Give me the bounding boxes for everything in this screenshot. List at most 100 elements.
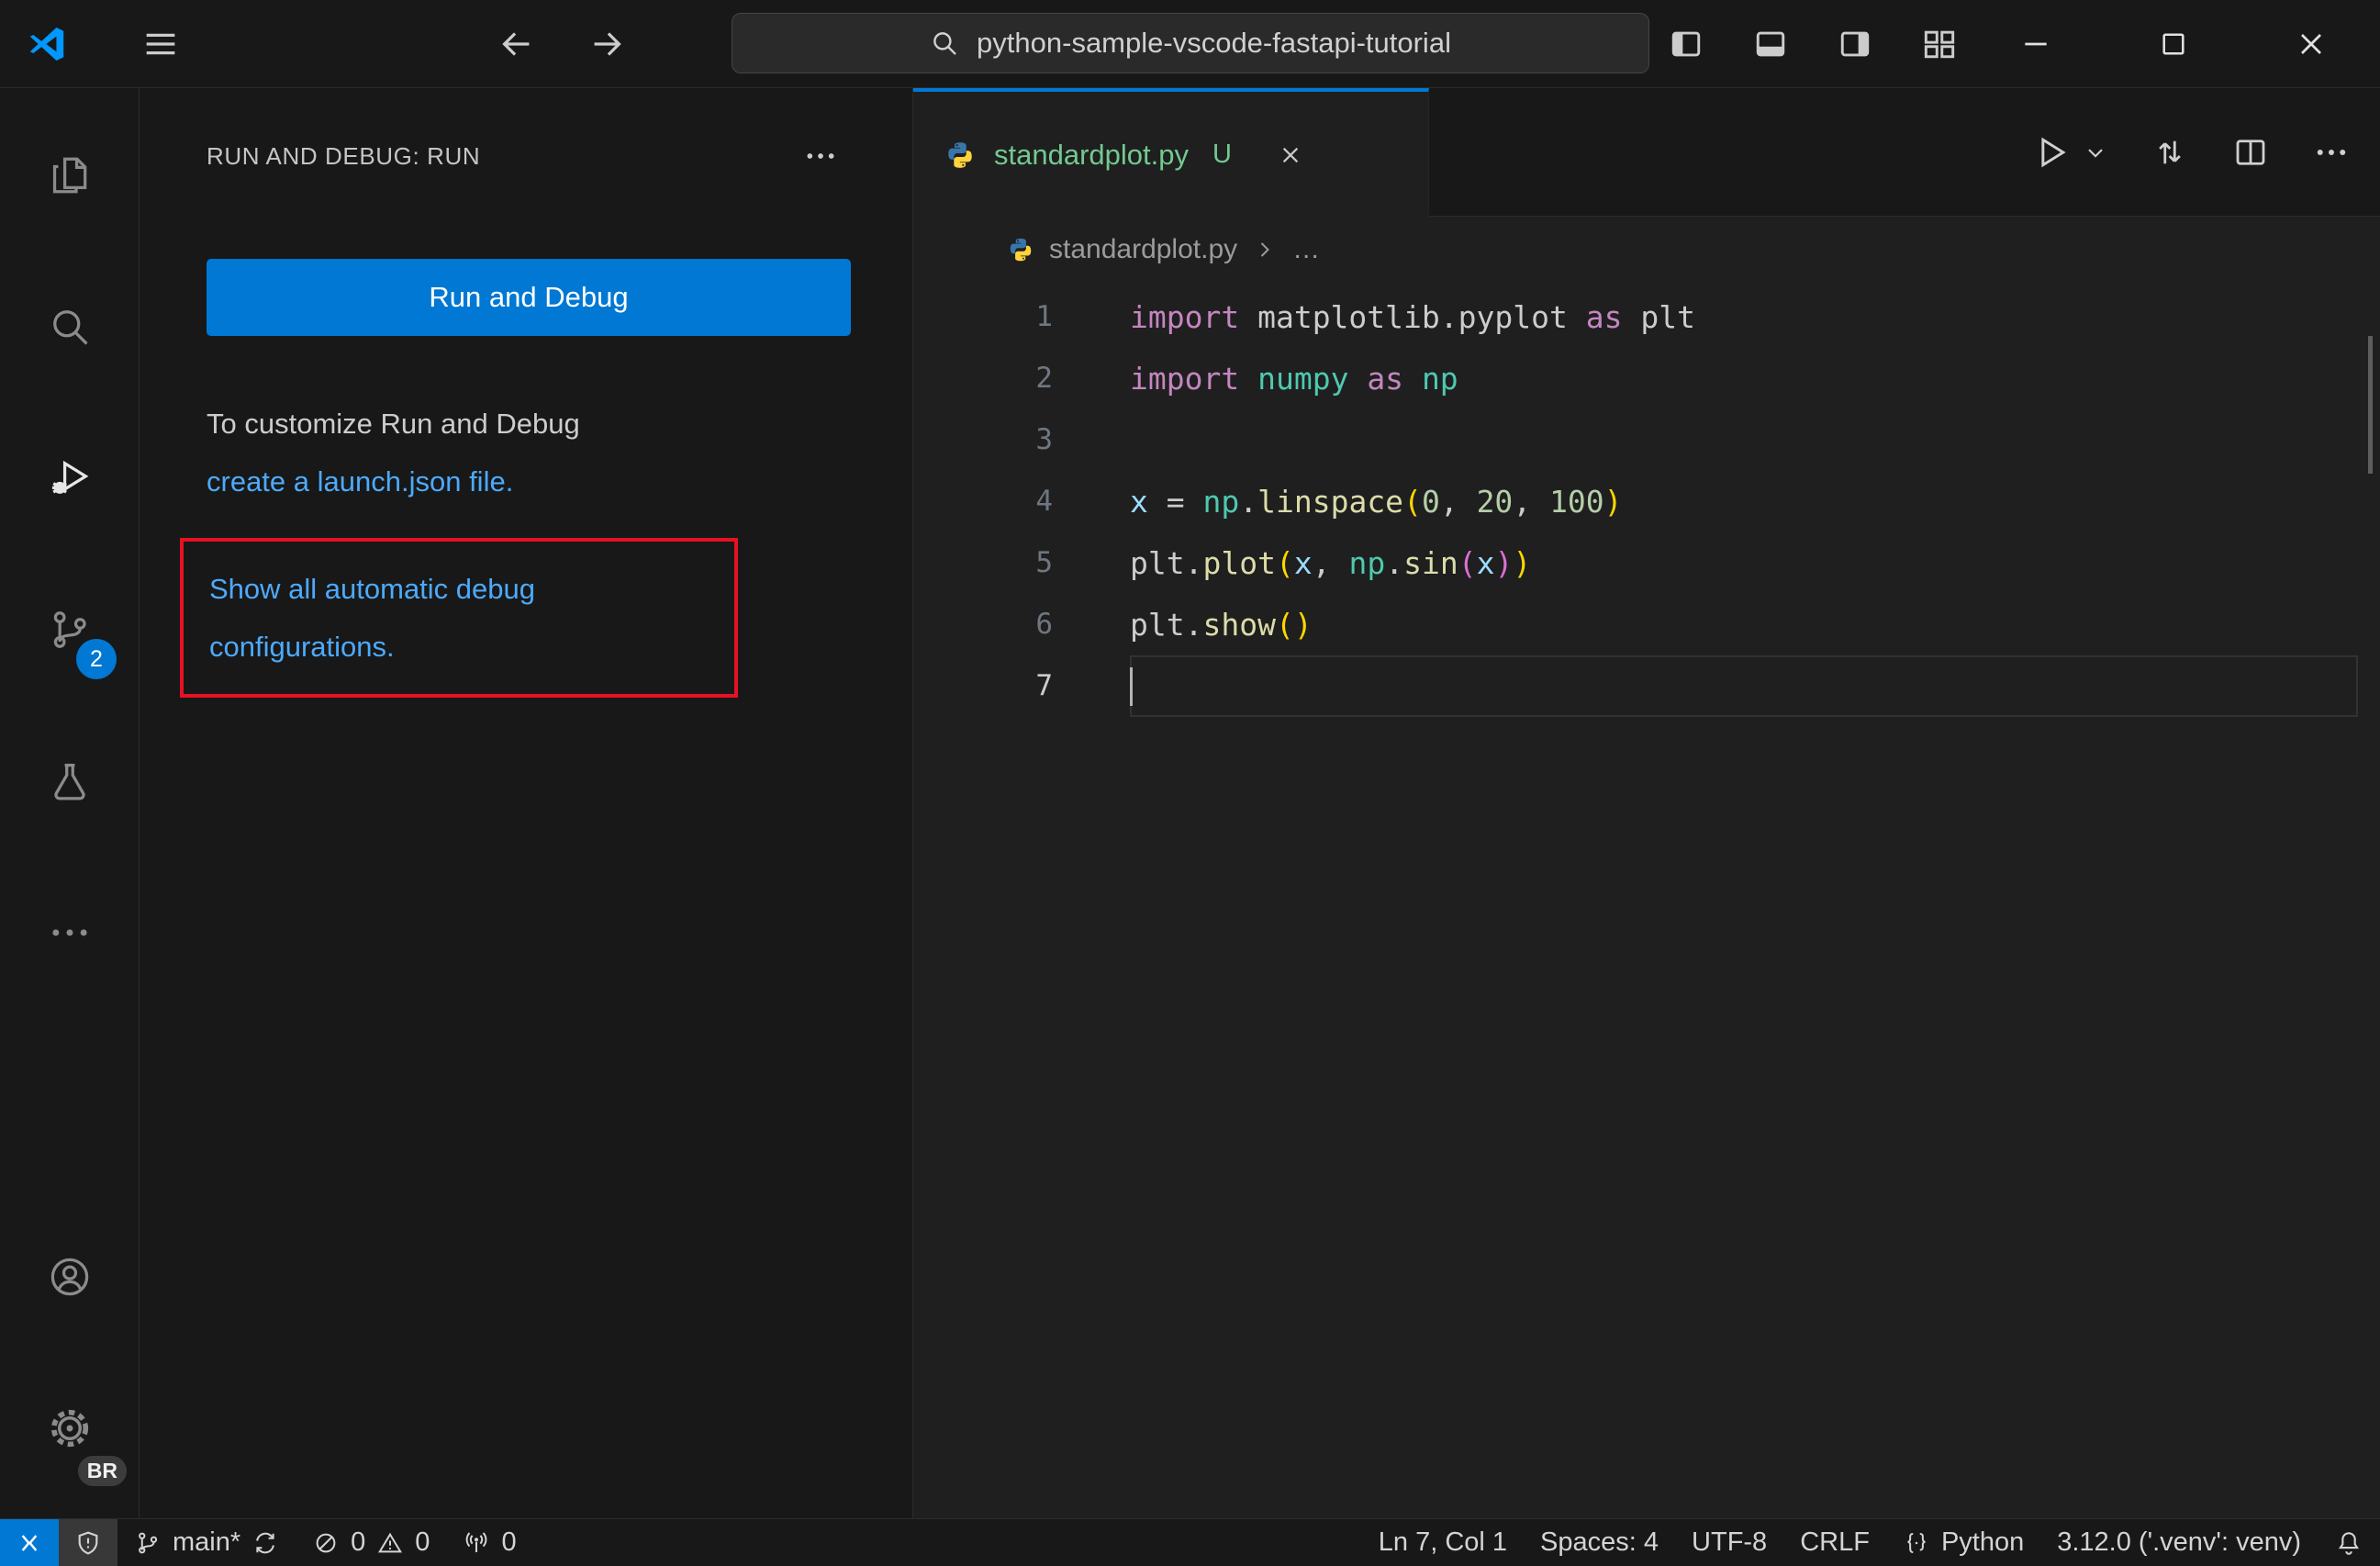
code-line[interactable]: 2 import numpy as np (913, 348, 2380, 409)
code-line[interactable]: 5 plt.plot(x, np.sin(x)) (913, 532, 2380, 594)
open-changes-icon[interactable] (2151, 133, 2189, 172)
line-number: 3 (1035, 423, 1053, 456)
annotation-red-box: Show all automatic debug configurations. (180, 538, 738, 698)
branch-icon (134, 1529, 162, 1557)
language-mode-item[interactable]: Python (1886, 1519, 2040, 1566)
remote-indicator-button[interactable] (0, 1519, 59, 1566)
source-control-icon[interactable]: 2 (0, 554, 139, 705)
back-arrow-icon[interactable] (496, 23, 538, 65)
close-tab-icon[interactable] (1276, 140, 1305, 170)
create-launch-json-link[interactable]: create a launch.json file. (207, 465, 513, 498)
python-file-icon (944, 140, 976, 171)
run-and-debug-button[interactable]: Run and Debug (207, 259, 851, 336)
breadcrumb-file[interactable]: standardplot.py (1049, 234, 1237, 265)
code-editor[interactable]: 1 import matplotlib.pyplot as plt 2 import … (913, 283, 2380, 1518)
testing-icon[interactable] (0, 705, 139, 856)
maximize-button[interactable] (2105, 0, 2242, 87)
git-untracked-badge: U (1212, 140, 1232, 169)
search-icon (929, 28, 960, 59)
notifications-bell-icon[interactable] (2318, 1519, 2380, 1566)
vscode-window: python-sample-vscode-fastapi-tutorial 2 … (0, 0, 2380, 1566)
panel-title: RUN AND DEBUG: RUN (207, 141, 481, 170)
warnings-count: 0 (415, 1527, 430, 1557)
activity-bar: 2 BR (0, 88, 140, 1518)
toggle-panel-icon[interactable] (1750, 24, 1791, 64)
line-number: 6 (1035, 608, 1053, 641)
radio-tower-icon (463, 1529, 490, 1557)
errors-count: 0 (351, 1527, 366, 1557)
line-number: 5 (1035, 546, 1053, 579)
problems-item[interactable]: 0 0 (296, 1519, 446, 1566)
profile-initials-badge: BR (74, 1453, 129, 1489)
language-name: Python (1940, 1527, 2025, 1557)
workspace-trust-shield-icon[interactable] (59, 1519, 117, 1566)
line-content: plt.show() (1130, 607, 1313, 643)
status-bar: main* 0 0 0 Ln 7, Col 1 Spaces: 4 UTF-8 (0, 1518, 2380, 1566)
line-number: 1 (1035, 300, 1053, 333)
additional-views-icon[interactable] (0, 856, 139, 1008)
run-python-file-icon[interactable] (2031, 132, 2072, 173)
more-actions-icon[interactable] (2312, 133, 2351, 172)
run-dropdown-chevron-icon[interactable] (2083, 140, 2108, 165)
code-line[interactable]: 1 import matplotlib.pyplot as plt (913, 286, 2380, 348)
errors-icon (312, 1529, 340, 1557)
explorer-icon[interactable] (0, 99, 139, 251)
encoding-item[interactable]: UTF-8 (1675, 1519, 1783, 1566)
code-line[interactable]: 4 x = np.linspace(0, 20, 100) (913, 471, 2380, 532)
run-and-debug-panel: RUN AND DEBUG: RUN Run and Debug To cust… (140, 88, 913, 1518)
customize-hint: To customize Run and Debug create a laun… (207, 395, 912, 510)
sync-icon (251, 1529, 279, 1557)
editor-group: standardplot.py U standardplot.py … 1 im… (913, 88, 2380, 1518)
line-content: import numpy as np (1130, 361, 1458, 397)
command-center-search[interactable]: python-sample-vscode-fastapi-tutorial (731, 13, 1649, 73)
code-line[interactable]: 7 (913, 655, 2380, 717)
line-number: 7 (1035, 669, 1053, 702)
command-center-text: python-sample-vscode-fastapi-tutorial (977, 27, 1451, 59)
eol-item[interactable]: CRLF (1783, 1519, 1886, 1566)
editor-actions (2031, 88, 2351, 217)
cursor-position-item[interactable]: Ln 7, Col 1 (1362, 1519, 1524, 1566)
search-sidebar-icon[interactable] (0, 251, 139, 402)
tab-bar: standardplot.py U (913, 88, 2380, 218)
window-controls (1967, 0, 2380, 87)
accounts-icon[interactable] (0, 1201, 139, 1352)
scm-badge: 2 (76, 639, 117, 679)
line-content (1130, 409, 2358, 471)
git-branch-item[interactable]: main* (117, 1519, 296, 1566)
code-lines: 1 import matplotlib.pyplot as plt 2 import … (913, 286, 2380, 717)
close-button[interactable] (2242, 0, 2380, 87)
code-line[interactable]: 6 plt.show() (913, 594, 2380, 655)
show-all-configs-link[interactable]: Show all automatic debug configurations. (209, 573, 535, 663)
menu-icon[interactable] (140, 23, 182, 65)
views-and-more-actions-icon[interactable] (802, 138, 839, 174)
python-interpreter-item[interactable]: 3.12.0 ('.venv': venv) (2040, 1519, 2318, 1566)
code-line[interactable]: 3 (913, 409, 2380, 471)
ports-count: 0 (501, 1527, 517, 1557)
breadcrumb[interactable]: standardplot.py … (913, 217, 2380, 283)
python-file-icon (1007, 236, 1034, 263)
line-number: 2 (1035, 362, 1053, 395)
breadcrumb-chevron-icon (1252, 237, 1278, 263)
line-content (1130, 655, 2358, 717)
tab-label: standardplot.py (994, 138, 1189, 171)
title-bar: python-sample-vscode-fastapi-tutorial (0, 0, 2380, 88)
panel-header: RUN AND DEBUG: RUN (140, 88, 912, 224)
layout-controls (1666, 24, 1960, 64)
customize-layout-icon[interactable] (1919, 24, 1960, 64)
run-and-debug-icon[interactable] (0, 402, 139, 554)
forward-arrow-icon[interactable] (586, 23, 628, 65)
split-editor-icon[interactable] (2231, 133, 2270, 172)
breadcrumb-more[interactable]: … (1292, 234, 1320, 265)
customize-text: To customize Run and Debug (207, 408, 580, 440)
tab-standardplot[interactable]: standardplot.py U (913, 88, 1429, 218)
branch-name: main* (173, 1527, 241, 1557)
scrollbar-thumb[interactable] (2368, 336, 2373, 474)
settings-gear-icon[interactable]: BR (0, 1352, 139, 1504)
ports-item[interactable]: 0 (446, 1519, 532, 1566)
warnings-icon (376, 1529, 404, 1557)
indentation-item[interactable]: Spaces: 4 (1524, 1519, 1675, 1566)
minimize-button[interactable] (1967, 0, 2105, 87)
toggle-primary-sidebar-icon[interactable] (1666, 24, 1706, 64)
toggle-secondary-sidebar-icon[interactable] (1835, 24, 1875, 64)
text-cursor (1130, 666, 1133, 706)
